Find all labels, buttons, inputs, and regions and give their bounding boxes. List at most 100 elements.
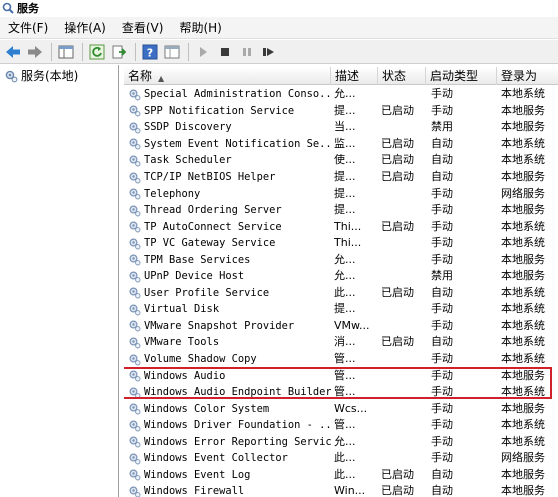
table-row[interactable]: UPnP Device Host 允... 禁用 本地服务 xyxy=(124,268,558,285)
table-row[interactable]: Thread Ordering Server 提... 手动 本地服务 xyxy=(124,202,558,219)
service-log-on-as: 本地系统 xyxy=(501,335,545,349)
column-header-startup-type[interactable]: 启动类型 xyxy=(426,67,497,85)
service-startup-type: 自动 xyxy=(431,467,453,481)
restart-icon xyxy=(263,47,274,56)
back-button[interactable] xyxy=(3,42,23,62)
service-name: SPP Notification Service xyxy=(144,104,295,117)
service-name-cell: Virtual Disk xyxy=(124,301,331,317)
window-title: 服务 xyxy=(17,2,39,15)
service-description: 允... xyxy=(334,252,356,266)
help-button[interactable]: ? xyxy=(140,42,160,62)
services-list-pane: 名称 ▲ 描述 状态 启动类型 登录为 Special Administrati… xyxy=(124,65,558,497)
table-row[interactable]: Task Scheduler 使... 已启动 自动 本地系统 xyxy=(124,152,558,169)
export-list-button[interactable] xyxy=(109,42,129,62)
table-row[interactable]: Volume Shadow Copy 管... 手动 本地系统 xyxy=(124,351,558,368)
menu-action[interactable]: 操作(A) xyxy=(56,17,114,39)
service-name: UPnP Device Host xyxy=(144,270,245,283)
service-gear-icon xyxy=(129,254,141,266)
table-row[interactable]: TP VC Gateway Service Thi... 手动 本地系统 xyxy=(124,235,558,252)
highlight-box xyxy=(124,367,552,399)
column-header-status[interactable]: 状态 xyxy=(378,67,426,85)
table-row[interactable]: Special Administration Conso... 允... 手动 本地系… xyxy=(124,86,558,103)
table-row[interactable]: SPP Notification Service 提... 已启动 手动 本地服务 xyxy=(124,103,558,120)
service-log-on-as: 本地系统 xyxy=(501,285,545,299)
toolbar: ? xyxy=(0,40,558,64)
table-row[interactable]: User Profile Service 此... 已启动 自动 本地系统 xyxy=(124,285,558,302)
service-log-on-as: 本地服务 xyxy=(501,467,545,481)
services-gear-icon xyxy=(5,70,18,82)
column-header-log-on-as[interactable]: 登录为 xyxy=(497,67,558,85)
service-name: TCP/IP NetBIOS Helper xyxy=(144,171,276,183)
service-description: 允... xyxy=(334,434,356,448)
service-name-cell: User Profile Service xyxy=(124,285,331,301)
service-startup-type: 自动 xyxy=(431,335,453,349)
service-description: 管... xyxy=(334,418,356,432)
service-log-on-as: 本地服务 xyxy=(501,203,545,217)
service-description: 此... xyxy=(334,451,356,465)
service-startup-type: 手动 xyxy=(431,87,453,101)
service-status: 已启动 xyxy=(381,335,414,349)
table-row[interactable]: Windows Error Reporting Service 允... 手动 本地系… xyxy=(124,433,558,450)
table-row[interactable]: VMware Tools 消... 已启动 自动 本地系统 xyxy=(124,334,558,351)
service-gear-icon xyxy=(129,403,141,415)
service-name: Windows Error Reporting Service xyxy=(144,435,331,448)
service-gear-icon xyxy=(129,486,141,497)
service-gear-icon xyxy=(129,138,141,150)
service-name: VMware Snapshot Provider xyxy=(144,319,295,332)
tree-item-services-local[interactable]: 服务(本地) xyxy=(0,65,118,83)
service-gear-icon xyxy=(129,420,141,432)
menu-help[interactable]: 帮助(H) xyxy=(171,17,229,39)
service-status: 已启动 xyxy=(381,170,414,183)
menu-file[interactable]: 文件(F) xyxy=(0,17,56,39)
menu-view[interactable]: 查看(V) xyxy=(114,17,172,39)
help-icon: ? xyxy=(142,44,158,59)
service-name: Thread Ordering Server xyxy=(144,204,282,217)
service-log-on-as: 本地服务 xyxy=(501,484,545,497)
properties-button[interactable] xyxy=(162,42,182,62)
service-name-cell: Windows Error Reporting Service xyxy=(124,434,331,450)
toolbar-separator xyxy=(82,42,83,61)
table-row[interactable]: Windows Event Collector 此... 手动 网络服务 xyxy=(124,450,558,467)
table-row[interactable]: TPM Base Services 允... 手动 本地服务 xyxy=(124,251,558,268)
stop-icon xyxy=(221,47,229,56)
table-row[interactable]: System Event Notification Se... 监... 已启动 自动… xyxy=(124,136,558,153)
service-description: 允... xyxy=(334,87,356,101)
table-row[interactable]: Virtual Disk 提... 手动 本地系统 xyxy=(124,301,558,318)
service-startup-type: 自动 xyxy=(431,484,453,497)
refresh-button[interactable] xyxy=(87,42,107,62)
sort-ascending-icon: ▲ xyxy=(158,74,165,83)
show-console-tree-button[interactable] xyxy=(56,42,76,62)
column-header-name[interactable]: 名称 ▲ xyxy=(124,67,331,85)
service-description: 当... xyxy=(334,120,356,134)
table-row[interactable]: Telephony 提... 手动 网络服务 xyxy=(124,185,558,202)
stop-service-button[interactable] xyxy=(215,42,235,62)
service-gear-icon xyxy=(129,453,141,465)
service-name-cell: Telephony xyxy=(124,186,331,202)
table-row[interactable]: Windows Color System Wcs... 手动 本地服务 xyxy=(124,400,558,417)
service-log-on-as: 本地系统 xyxy=(501,352,545,366)
service-gear-icon xyxy=(129,469,141,481)
table-row[interactable]: TCP/IP NetBIOS Helper 提... 已启动 自动 本地服务 xyxy=(124,169,558,186)
service-startup-type: 禁用 xyxy=(431,269,453,283)
service-log-on-as: 本地服务 xyxy=(501,269,545,283)
service-gear-icon xyxy=(129,287,141,299)
start-service-button[interactable] xyxy=(193,42,213,62)
table-row[interactable]: VMware Snapshot Provider VMw... 手动 本地系统 xyxy=(124,318,558,335)
table-row[interactable]: Windows Driver Foundation - ... 管... 手动 本地系… xyxy=(124,417,558,434)
table-row[interactable]: SSDP Discovery 当... 禁用 本地服务 xyxy=(124,119,558,136)
export-list-icon xyxy=(112,45,127,58)
service-description: Wcs... xyxy=(334,401,368,415)
service-gear-icon xyxy=(129,221,141,233)
service-log-on-as: 本地系统 xyxy=(501,136,545,150)
service-name: Special Administration Conso... xyxy=(144,88,331,101)
service-startup-type: 手动 xyxy=(431,318,453,332)
table-row[interactable]: TP AutoConnect Service Thi... 已启动 手动 本地系统 xyxy=(124,218,558,235)
services-table-body: Special Administration Conso... 允... 手动 本地系… xyxy=(124,86,558,497)
table-row[interactable]: Windows Firewall Win... 已启动 自动 本地服务 xyxy=(124,483,558,497)
service-startup-type: 自动 xyxy=(431,136,453,150)
restart-service-button[interactable] xyxy=(259,42,279,62)
table-row[interactable]: Windows Event Log 此... 已启动 自动 本地服务 xyxy=(124,467,558,484)
column-header-description[interactable]: 描述 xyxy=(331,67,378,85)
forward-button[interactable] xyxy=(25,42,45,62)
pause-service-button[interactable] xyxy=(237,42,257,62)
